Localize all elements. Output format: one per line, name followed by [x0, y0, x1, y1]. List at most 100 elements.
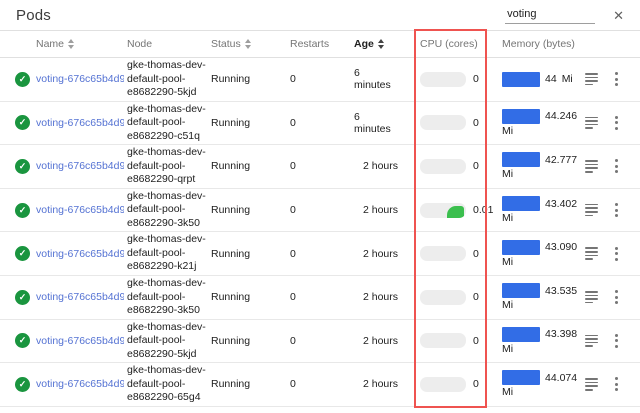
table-row[interactable]: ✓ voting-676c65b4d9-srl gke-thomas-dev- …	[0, 232, 640, 276]
table-row[interactable]: ✓ voting-676c65b4d9-xs- gke-thomas-dev- …	[0, 58, 640, 102]
memory-unit: Mi	[502, 299, 513, 311]
status-ok-icon: ✓	[15, 159, 30, 174]
status-ok-icon: ✓	[15, 290, 30, 305]
pod-name-link[interactable]: voting-676c65b4d9-srl	[36, 248, 124, 260]
logs-icon[interactable]	[585, 160, 598, 172]
search-input[interactable]: voting	[505, 6, 595, 24]
pod-name-link[interactable]: voting-676c65b4d9-8fl	[36, 378, 124, 390]
node-line: default-pool-	[127, 73, 206, 87]
logs-icon[interactable]	[585, 204, 598, 216]
memory-value: 43.535	[545, 285, 577, 297]
logs-icon[interactable]	[585, 73, 598, 85]
status-text-cell: Running	[211, 160, 290, 172]
more-menu-icon[interactable]	[612, 156, 621, 176]
table-row[interactable]: ✓ voting-676c65b4d9-tj6 gke-thomas-dev- …	[0, 276, 640, 320]
node-line: gke-thomas-dev-	[127, 59, 206, 73]
name-cell: voting-676c65b4d9-tpr	[36, 117, 127, 129]
logs-cell	[585, 73, 612, 85]
node-line: default-pool-	[127, 291, 206, 305]
memory-value: 44.246	[545, 110, 577, 122]
logs-icon[interactable]	[585, 291, 598, 303]
node-line: gke-thomas-dev-	[127, 277, 206, 291]
column-header-name[interactable]: Name	[36, 38, 127, 50]
column-header-cpu: CPU (cores)	[420, 38, 502, 50]
node-line: e8682290-5kjd	[127, 348, 206, 362]
status-cell: ✓	[0, 246, 36, 261]
more-menu-icon[interactable]	[612, 69, 621, 89]
node-line: default-pool-	[127, 247, 206, 261]
status-text-cell: Running	[211, 378, 290, 390]
age-cell: 2 hours	[354, 291, 420, 303]
pod-name-link[interactable]: voting-676c65b4d9-tpr	[36, 117, 124, 129]
cpu-cell: 0	[420, 246, 502, 261]
node-line: gke-thomas-dev-	[127, 364, 206, 378]
table-row[interactable]: ✓ voting-676c65b4d9-72 gke-thomas-dev- d…	[0, 145, 640, 189]
memory-value: 44.074	[545, 372, 577, 384]
memory-value: 43.090	[545, 241, 577, 253]
status-ok-icon: ✓	[15, 72, 30, 87]
pod-name-link[interactable]: voting-676c65b4d9-72	[36, 160, 124, 172]
memory-cell: 43.535 Mi	[502, 283, 585, 311]
table-row[interactable]: ✓ voting-676c65b4d9-8fl gke-thomas-dev- …	[0, 363, 640, 407]
status-text-cell: Running	[211, 248, 290, 260]
logs-icon[interactable]	[585, 378, 598, 390]
node-line: e8682290-c51q	[127, 130, 206, 144]
more-menu-icon[interactable]	[612, 200, 621, 220]
table-body: ✓ voting-676c65b4d9-xs- gke-thomas-dev- …	[0, 58, 640, 407]
status-text-cell: Running	[211, 204, 290, 216]
restarts-cell: 0	[290, 335, 354, 347]
age-cell: 2 hours	[354, 248, 420, 260]
more-menu-icon[interactable]	[612, 287, 621, 307]
restarts-cell: 0	[290, 73, 354, 85]
node-line: gke-thomas-dev-	[127, 146, 206, 160]
restarts-cell: 0	[290, 378, 354, 390]
table-row[interactable]: ✓ voting-676c65b4d9-tpr gke-thomas-dev- …	[0, 102, 640, 146]
search-area: voting ✕	[505, 6, 626, 24]
node-cell: gke-thomas-dev- default-pool- e8682290-5…	[127, 321, 211, 362]
title-bar: Pods voting ✕	[0, 0, 640, 31]
logs-icon[interactable]	[585, 117, 598, 129]
memory-cell: 44 Mi	[502, 72, 585, 87]
more-menu-icon[interactable]	[612, 331, 621, 351]
restarts-cell: 0	[290, 291, 354, 303]
cpu-sparkline	[420, 203, 466, 218]
age-cell: 2 hours	[354, 204, 420, 216]
name-cell: voting-676c65b4d9-xs-	[36, 73, 127, 85]
memory-bar	[502, 283, 540, 298]
table-row[interactable]: ✓ voting-676c65b4d9-nv gke-thomas-dev- d…	[0, 189, 640, 233]
pod-name-link[interactable]: voting-676c65b4d9-xs-	[36, 73, 124, 85]
age-cell: 6 minutes	[354, 111, 420, 135]
memory-bar	[502, 327, 540, 342]
menu-cell	[612, 287, 640, 307]
age-cell: 2 hours	[354, 378, 420, 390]
close-icon[interactable]: ✕	[611, 7, 626, 24]
logs-icon[interactable]	[585, 247, 598, 259]
node-line: e8682290-k21j	[127, 260, 206, 274]
pod-name-link[interactable]: voting-676c65b4d9-nv	[36, 204, 124, 216]
more-menu-icon[interactable]	[612, 244, 621, 264]
column-header-status[interactable]: Status	[211, 38, 290, 50]
sort-arrows-icon	[68, 39, 74, 49]
memory-unit: Mi	[502, 386, 513, 398]
cpu-value: 0	[473, 73, 479, 85]
logs-icon[interactable]	[585, 335, 598, 347]
pod-name-link[interactable]: voting-676c65b4d9-tpj	[36, 335, 124, 347]
logs-cell	[585, 204, 612, 216]
status-ok-icon: ✓	[15, 203, 30, 218]
node-cell: gke-thomas-dev- default-pool- e8682290-3…	[127, 277, 211, 318]
menu-cell	[612, 244, 640, 264]
memory-cell: 44.074 Mi	[502, 370, 585, 398]
cpu-cell: 0	[420, 290, 502, 305]
menu-cell	[612, 69, 640, 89]
cpu-sparkline	[420, 72, 466, 87]
status-ok-icon: ✓	[15, 333, 30, 348]
more-menu-icon[interactable]	[612, 374, 621, 394]
table-row[interactable]: ✓ voting-676c65b4d9-tpj gke-thomas-dev- …	[0, 320, 640, 364]
node-line: e8682290-65g4	[127, 391, 206, 405]
pod-name-link[interactable]: voting-676c65b4d9-tj6	[36, 291, 124, 303]
menu-cell	[612, 331, 640, 351]
node-cell: gke-thomas-dev- default-pool- e8682290-5…	[127, 59, 211, 100]
column-header-age[interactable]: Age	[354, 38, 420, 50]
menu-cell	[612, 200, 640, 220]
more-menu-icon[interactable]	[612, 113, 621, 133]
